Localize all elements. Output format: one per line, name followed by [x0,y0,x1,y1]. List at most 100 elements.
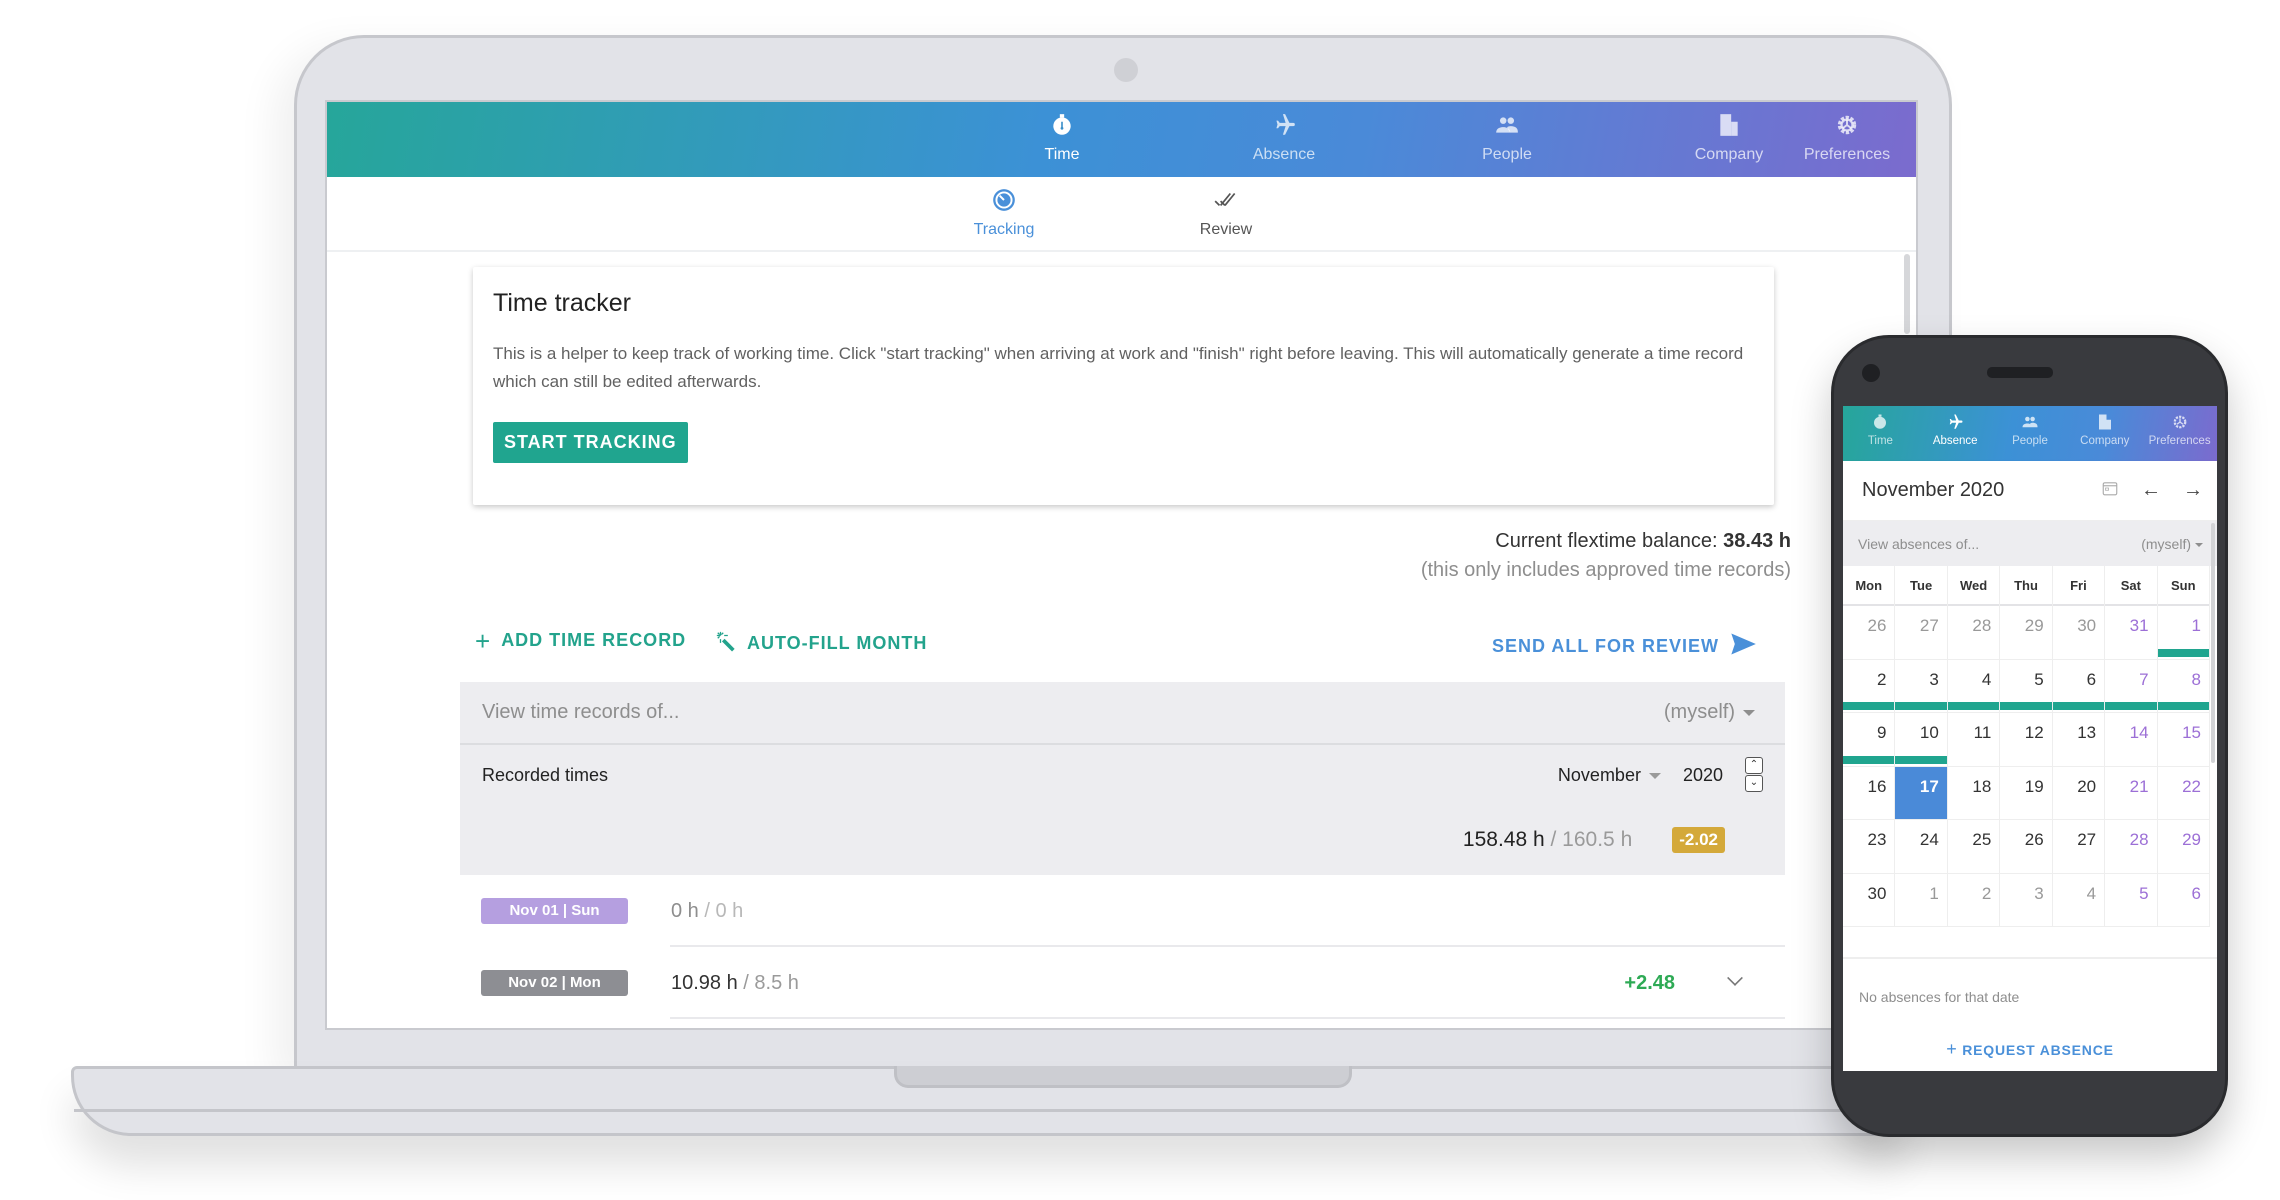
calendar-day[interactable]: 27 [1895,606,1948,660]
auto-fill-month-button[interactable]: AUTO-FILL MONTH [715,630,927,657]
chevron-down-icon[interactable] [1727,970,1743,986]
absence-bar[interactable] [1895,702,1947,710]
absence-bar[interactable] [2157,648,2209,657]
phone-nav-people[interactable]: People [1993,406,2068,461]
day-row[interactable]: Nov 02 | Mon 10.98 h / 8.5 h +2.48 [460,947,1785,1019]
calendar-day[interactable]: 28 [1947,606,2001,660]
absence-bar[interactable] [1843,702,1895,710]
calendar-day[interactable]: 19 [2000,766,2053,820]
calendar-day[interactable]: 27 [2052,820,2106,874]
day-number: 4 [2086,883,2097,903]
nav-item-preferences[interactable]: Preferences [1722,112,1916,164]
calendar-day[interactable]: 6 [2157,873,2210,927]
calendar-icon[interactable] [2101,479,2119,503]
calendar-day[interactable]: 26 [2000,820,2053,874]
phone-nav-absence[interactable]: Absence [1918,406,1993,461]
view-records-of-select[interactable]: View time records of... (myself) [460,682,1785,745]
calendar-day[interactable]: 7 [2105,659,2158,713]
day-number: 11 [1973,723,1992,742]
start-tracking-button[interactable]: START TRACKING [493,422,688,463]
calendar-day[interactable]: 30 [2052,606,2106,660]
absence-bar[interactable] [2000,702,2052,710]
absence-bar[interactable] [1843,755,1895,764]
calendar-day[interactable]: 20 [2052,766,2106,820]
calendar-day[interactable]: 12 [2000,713,2053,767]
absence-bar[interactable] [2105,702,2157,710]
calendar-day[interactable]: 2 [1843,659,1896,713]
increment-icon[interactable]: ⌃ [1745,757,1763,774]
add-time-record-button[interactable]: + ADD TIME RECORD [475,628,686,654]
decrement-icon[interactable]: ⌄ [1745,775,1763,792]
request-absence-button[interactable]: + REQUEST ABSENCE [1843,1039,2217,1060]
absence-bar[interactable] [1947,702,2000,710]
calendar-day[interactable]: 1 [1895,873,1948,927]
phone-nav-company[interactable]: Company [2067,406,2142,461]
calendar-day[interactable]: 23 [1843,820,1896,874]
nav-label: People [2012,435,2048,447]
nav-item-time[interactable]: Time [992,112,1132,164]
calendar: Mon Tue Wed Thu Fri Sat Sun 26 27 28 29 30 31 1 2 3 4 5 6… [1843,566,2210,927]
calendar-day[interactable]: 5 [2000,659,2053,713]
calendar-day[interactable]: 9 [1843,713,1896,767]
calendar-day[interactable]: 8 [2157,659,2210,713]
tab-review[interactable]: Review [1156,187,1296,239]
send-all-for-review-button[interactable]: SEND ALL FOR REVIEW [1492,630,1757,663]
day-number: 2 [1876,669,1887,689]
calendar-day[interactable]: 14 [2105,713,2158,767]
year-stepper[interactable]: ⌃ ⌄ [1745,757,1763,793]
nav-item-people[interactable]: People [1437,112,1577,164]
absence-bar[interactable] [2157,702,2209,710]
calendar-day[interactable]: 29 [2000,606,2053,660]
calendar-day[interactable]: 30 [1843,873,1896,927]
day-number: 26 [2024,830,2044,849]
calendar-day[interactable]: 2 [1947,873,2001,927]
balance-note: (this only includes approved time record… [1420,559,1791,581]
calendar-day[interactable]: 31 [2105,606,2158,660]
day-number: 5 [2139,883,2149,903]
day-number: 27 [1919,616,1939,635]
arrow-left-icon[interactable]: ← [2141,479,2161,502]
day-number: 12 [2024,723,2044,742]
tab-label: Review [1199,221,1253,238]
calendar-day[interactable]: 24 [1895,820,1948,874]
calendar-day[interactable]: 26 [1843,606,1896,660]
calendar-day[interactable]: 15 [2157,713,2210,767]
phone-scrollbar[interactable] [2211,523,2215,763]
calendar-day[interactable]: 16 [1843,766,1896,820]
arrow-right-icon[interactable]: → [2183,479,2203,502]
calendar-day[interactable]: 18 [1947,766,2001,820]
calendar-day-today[interactable]: 17 [1895,766,1948,820]
phone-speaker [1987,367,2053,378]
calendar-day[interactable]: 21 [2105,766,2158,820]
day-actual: 0 h [671,899,699,922]
month-select[interactable]: November [1558,765,1661,786]
view-absences-of-select[interactable]: View absences of... (myself) [1843,521,2217,566]
calendar-day[interactable]: 28 [2105,820,2158,874]
tab-tracking[interactable]: Tracking [934,187,1074,239]
calendar-day[interactable]: 22 [2157,766,2210,820]
absence-bar[interactable] [2052,702,2105,710]
calendar-day[interactable]: 3 [2000,873,2053,927]
nav-item-absence[interactable]: Absence [1214,112,1354,164]
calendar-day[interactable]: 4 [2052,873,2106,927]
calendar-day[interactable]: 25 [1947,820,2001,874]
calendar-day[interactable]: 11 [1947,713,2001,767]
day-number: 30 [1867,883,1887,903]
scrollbar[interactable] [1904,254,1910,334]
phone-nav-time[interactable]: Time [1843,406,1918,461]
calendar-day[interactable]: 5 [2105,873,2158,927]
nav-label: Company [2080,435,2130,447]
calendar-day[interactable]: 10 [1895,713,1948,767]
year-input[interactable]: 2020 [1683,765,1723,786]
calendar-day[interactable]: 13 [2052,713,2106,767]
phone-nav-preferences[interactable]: Preferences [2142,406,2217,461]
calendar-day[interactable]: 6 [2052,659,2106,713]
calendar-day[interactable]: 1 [2157,606,2210,660]
calendar-day[interactable]: 3 [1895,659,1948,713]
calendar-day[interactable]: 4 [1947,659,2001,713]
calendar-day[interactable]: 29 [2157,820,2210,874]
absence-bar[interactable] [1895,755,1947,764]
request-absence-label: REQUEST ABSENCE [1962,1042,2114,1058]
nav-label: Preferences [2148,435,2211,447]
day-row[interactable]: Nov 01 | Sun 0 h / 0 h [460,875,1785,947]
